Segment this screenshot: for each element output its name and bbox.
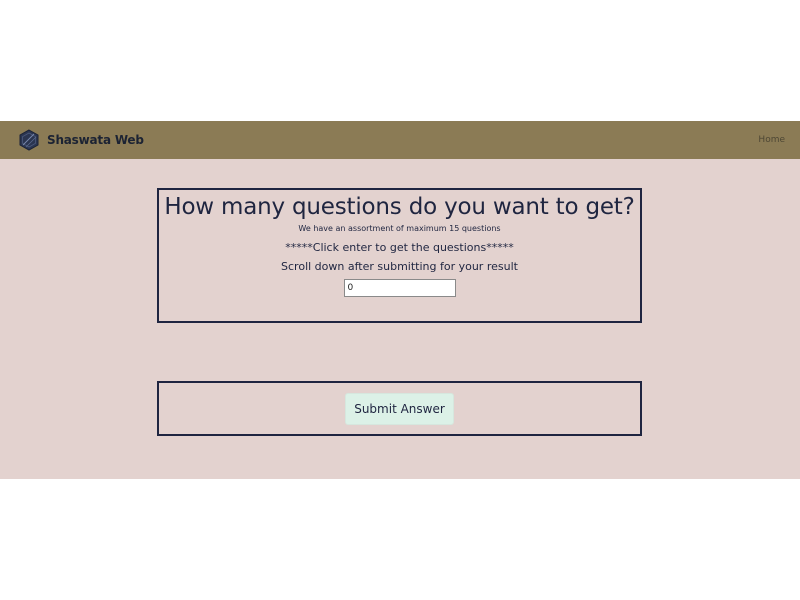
submit-panel: Submit Answer (157, 381, 642, 436)
brand-name: Shaswata Web (47, 133, 144, 147)
scroll-instruction: Scroll down after submitting for your re… (281, 260, 518, 273)
question-count-input[interactable] (343, 279, 456, 297)
submit-answer-button[interactable]: Submit Answer (345, 392, 454, 425)
navbar: Shaswata Web Home (0, 121, 800, 159)
page-title: How many questions do you want to get? (164, 194, 635, 220)
question-assortment-note: We have an assortment of maximum 15 ques… (298, 224, 501, 233)
main-content: How many questions do you want to get? W… (0, 159, 800, 479)
enter-instruction: *****Click enter to get the questions***… (285, 241, 514, 254)
browser-viewport: Shaswata Web Home How many questions do … (0, 0, 800, 600)
brand[interactable]: Shaswata Web (18, 129, 144, 151)
hexagon-logo-icon (19, 129, 39, 151)
nav-home-link[interactable]: Home (758, 135, 785, 145)
question-count-panel: How many questions do you want to get? W… (157, 188, 642, 323)
